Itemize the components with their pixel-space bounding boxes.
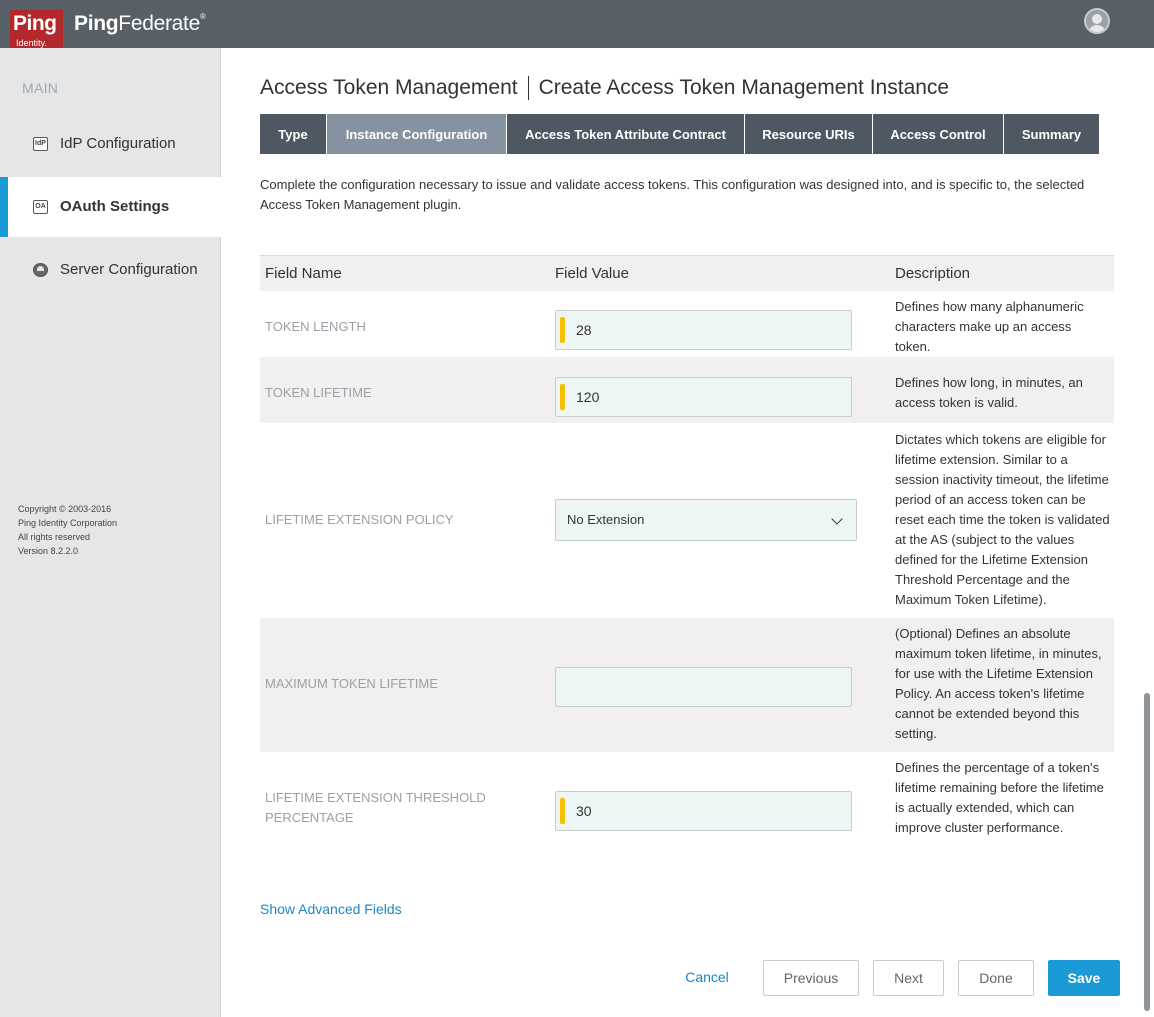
table-row: TOKEN LENGTH 28 Defines how many alphanu… <box>260 291 1114 357</box>
top-bar: Ping Identity. PingFederate® <box>0 0 1154 51</box>
field-description: (Optional) Defines an absolute maximum t… <box>895 626 1102 741</box>
tab-type[interactable]: Type <box>260 114 327 154</box>
field-description: Defines the percentage of a token's life… <box>895 760 1104 835</box>
save-button[interactable]: Save <box>1048 960 1120 996</box>
vertical-scrollbar[interactable] <box>1144 693 1150 1011</box>
intro-text: Complete the configuration necessary to … <box>260 177 1085 212</box>
column-header-field-value: Field Value <box>555 265 629 282</box>
required-indicator <box>560 384 565 410</box>
oauth-icon: OA <box>33 200 48 214</box>
product-name: PingFederate® <box>74 12 206 35</box>
page-title: Access Token Management Create Access Tok… <box>260 76 950 101</box>
chevron-down-icon <box>831 513 843 525</box>
lifetime-extension-policy-select[interactable]: No Extension <box>555 499 857 541</box>
sidebar-section-label: MAIN <box>22 80 59 96</box>
column-header-description: Description <box>895 265 971 282</box>
token-length-input[interactable]: 28 <box>555 310 852 350</box>
show-advanced-fields-link[interactable]: Show Advanced Fields <box>260 901 402 917</box>
tab-instance-configuration[interactable]: Instance Configuration <box>327 114 507 154</box>
field-name: TOKEN LIFETIME <box>265 385 372 400</box>
table-header: Field Name Field Value Description <box>260 255 1114 291</box>
breadcrumb-current: Create Access Token Management Instance <box>538 76 950 99</box>
sidebar-item-oauth-settings[interactable]: OA OAuth Settings <box>0 177 230 237</box>
tab-resource-uris[interactable]: Resource URIs <box>745 114 873 154</box>
table-row: LIFETIME EXTENSION THRESHOLD PERCENTAGE … <box>260 752 1114 866</box>
sidebar-item-server-configuration[interactable]: Server Configuration <box>0 240 221 300</box>
server-icon <box>33 263 48 277</box>
sidebar-item-label: Server Configuration <box>60 261 198 278</box>
required-indicator <box>560 317 565 343</box>
field-name: LIFETIME EXTENSION THRESHOLD PERCENTAGE <box>265 790 486 825</box>
field-name: LIFETIME EXTENSION POLICY <box>265 512 454 527</box>
tab-access-token-attribute-contract[interactable]: Access Token Attribute Contract <box>507 114 745 154</box>
field-name: MAXIMUM TOKEN LIFETIME <box>265 676 438 691</box>
table-row: TOKEN LIFETIME 120 Defines how long, in … <box>260 357 1114 423</box>
user-avatar-icon[interactable] <box>1084 8 1110 34</box>
table-row: MAXIMUM TOKEN LIFETIME (Optional) Define… <box>260 618 1114 752</box>
token-lifetime-input[interactable]: 120 <box>555 377 852 417</box>
table-row: LIFETIME EXTENSION POLICY No Extension D… <box>260 423 1114 618</box>
tab-access-control[interactable]: Access Control <box>873 114 1004 154</box>
copyright-info: Copyright © 2003-2016 Ping Identity Corp… <box>18 504 118 556</box>
field-description: Defines how long, in minutes, an access … <box>895 375 1083 410</box>
tab-summary[interactable]: Summary <box>1004 114 1099 154</box>
sidebar-item-label: OAuth Settings <box>60 198 170 215</box>
sidebar-item-label: IdP Configuration <box>60 135 176 152</box>
idp-icon: IdP <box>33 137 48 151</box>
maximum-token-lifetime-input[interactable] <box>555 667 852 707</box>
breadcrumb-parent: Access Token Management <box>260 76 518 99</box>
field-description: Dictates which tokens are eligible for l… <box>895 432 1110 607</box>
lifetime-extension-threshold-input[interactable]: 30 <box>555 791 852 831</box>
wizard-tabs: Type Instance Configuration Access Token… <box>260 114 1099 154</box>
field-name: TOKEN LENGTH <box>265 319 366 334</box>
column-header-field-name: Field Name <box>265 265 342 282</box>
ping-identity-logo: Ping Identity. <box>10 10 63 51</box>
field-description: Defines how many alphanumeric characters… <box>895 299 1084 354</box>
sidebar: MAIN IdP IdP Configuration OA OAuth Sett… <box>0 48 230 1017</box>
cancel-button[interactable]: Cancel <box>672 960 742 996</box>
done-button[interactable]: Done <box>958 960 1034 996</box>
required-indicator <box>560 798 565 824</box>
next-button[interactable]: Next <box>873 960 944 996</box>
sidebar-item-idp-configuration[interactable]: IdP IdP Configuration <box>0 114 221 174</box>
previous-button[interactable]: Previous <box>763 960 859 996</box>
